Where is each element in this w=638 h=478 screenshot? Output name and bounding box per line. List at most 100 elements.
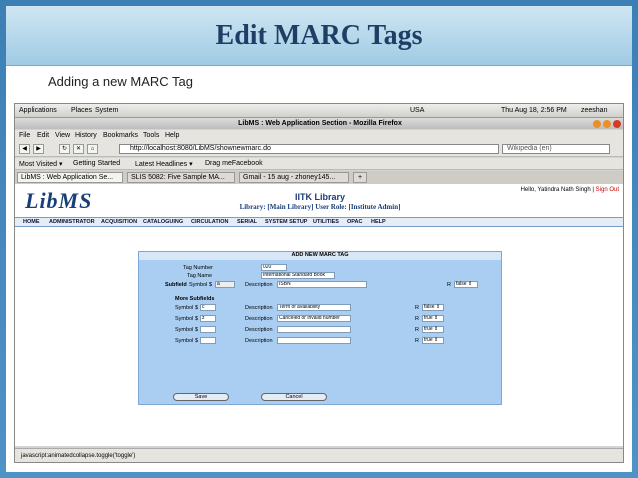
row-dollar: $ (195, 338, 199, 344)
nav-serial[interactable]: SERIAL (237, 219, 257, 225)
row-r-value: false (424, 304, 435, 310)
url-bar[interactable]: http://localhost:8080/LibMS/shownewmarc.… (119, 144, 499, 154)
tag-number-input[interactable]: 020 (261, 264, 287, 271)
library-name: IITK Library (294, 192, 345, 202)
row-description-input[interactable] (277, 337, 351, 344)
row-symbol-input[interactable] (200, 326, 216, 333)
tag-name-label: Tag Name (187, 273, 213, 279)
clock[interactable]: Thu Aug 18, 2:56 PM (501, 107, 567, 114)
browser-menubar: File Edit View History Bookmarks Tools H… (15, 130, 623, 141)
close-icon[interactable] (613, 120, 621, 128)
back-icon[interactable]: ◀ (19, 144, 30, 154)
symbol-label: Symbol (189, 282, 208, 288)
row-r-value: true (424, 326, 433, 332)
places-menu[interactable]: Places (71, 107, 92, 114)
menu-edit[interactable]: Edit (37, 132, 49, 139)
row-symbol-input[interactable]: z (200, 315, 216, 322)
nav-system-setup[interactable]: SYSTEM SETUP (265, 219, 307, 225)
nav-help[interactable]: HELP (371, 219, 386, 225)
row-r-label: R (415, 316, 419, 322)
row-r-label: R (415, 338, 419, 344)
description-input[interactable]: ISBN (277, 281, 367, 288)
home-icon[interactable]: ⌂ (87, 144, 98, 154)
nav-utilities[interactable]: UTILITIES (313, 219, 339, 225)
dollar-sign: $ (209, 282, 213, 288)
slide-subtitle: Adding a new MARC Tag (48, 74, 194, 89)
nav-administrator[interactable]: ADMINISTRATOR (49, 219, 95, 225)
status-bar: javascript:animatedcollapse.toggle('togg… (15, 448, 623, 462)
row-r-label: R (415, 327, 419, 333)
save-button[interactable]: Save (173, 393, 229, 401)
keyboard-layout[interactable]: USA (410, 107, 424, 114)
menu-history[interactable]: History (75, 132, 97, 139)
stop-icon[interactable]: ✕ (73, 144, 84, 154)
tab-strip: LibMS : Web Application Se... SLIS 5082:… (15, 171, 623, 184)
nav-acquisition[interactable]: ACQUISITION (101, 219, 137, 225)
row-description-input[interactable] (277, 326, 351, 333)
row-dollar: $ (195, 305, 199, 311)
slide-title: Edit MARC Tags (215, 20, 423, 51)
menu-help[interactable]: Help (165, 132, 179, 139)
tab-slis[interactable]: SLIS 5082: Five Sample MA... (127, 172, 235, 183)
row-description-label: Description (245, 338, 273, 344)
title-band: Edit MARC Tags (6, 6, 632, 66)
cancel-button[interactable]: Cancel (261, 393, 327, 401)
role-line: Library: [Main Library] User Role: [Inst… (239, 203, 401, 211)
row-description-input[interactable]: Canceled or invalid number (277, 315, 351, 322)
bookmark-facebook[interactable]: Drag meFacebook (205, 160, 263, 167)
reload-icon[interactable]: ↻ (59, 144, 70, 154)
row-r-value: true (424, 315, 433, 321)
row-r-value: true (424, 337, 433, 343)
browser-screenshot: Applications Places System USA Thu Aug 1… (14, 103, 624, 463)
nav-opac[interactable]: OPAC (347, 219, 362, 225)
row-symbol-label: Symbol (175, 316, 194, 322)
search-input[interactable]: Wikipedia (en) (502, 144, 610, 154)
row-symbol-input[interactable]: c (200, 304, 216, 311)
nav-cataloguing[interactable]: CATALOGUING (143, 219, 183, 225)
row-symbol-label: Symbol (175, 338, 194, 344)
row-description-label: Description (245, 327, 273, 333)
nav-circulation[interactable]: CIRCULATION (191, 219, 228, 225)
bookmarks-toolbar: Most Visited ▾ Getting Started Latest He… (15, 158, 623, 170)
menu-view[interactable]: View (55, 132, 70, 139)
row-r-select[interactable]: true ⇕ (422, 337, 444, 344)
window-title: LibMS : Web Application Section - Mozill… (15, 118, 623, 129)
tag-name-input[interactable]: International Standard Book (261, 272, 335, 279)
system-menu[interactable]: System (95, 107, 118, 114)
row-r-select[interactable]: true ⇕ (422, 326, 444, 333)
applications-menu[interactable]: Applications (19, 107, 57, 114)
row-r-select[interactable]: false ⇕ (422, 304, 444, 311)
description-label: Description (245, 282, 273, 288)
gnome-panel: Applications Places System USA Thu Aug 1… (15, 104, 623, 118)
bookmark-most-visited[interactable]: Most Visited ▾ (19, 160, 62, 168)
r-select-value: false (456, 281, 467, 287)
row-dollar: $ (195, 316, 199, 322)
tab-gmail[interactable]: Gmail - 15 aug - zhoney145... (239, 172, 349, 183)
form-heading: ADD NEW MARC TAG (139, 252, 501, 260)
menu-bookmarks[interactable]: Bookmarks (103, 132, 138, 139)
add-marc-tag-form: ADD NEW MARC TAG Tag Number 020 Tag Name… (138, 251, 502, 405)
row-symbol-label: Symbol (175, 305, 194, 311)
row-description-label: Description (245, 305, 273, 311)
r-select[interactable]: false ⇕ (454, 281, 478, 288)
row-symbol-label: Symbol (175, 327, 194, 333)
user-name[interactable]: zeeshan (581, 107, 607, 114)
maximize-icon[interactable] (603, 120, 611, 128)
subfield-symbol-input[interactable]: a (215, 281, 235, 288)
row-dollar: $ (195, 327, 199, 333)
bookmark-getting-started[interactable]: Getting Started (73, 160, 120, 167)
minimize-icon[interactable] (593, 120, 601, 128)
new-tab-icon[interactable]: + (353, 172, 367, 183)
row-description-input[interactable]: Term of availability (277, 304, 351, 311)
menu-file[interactable]: File (19, 132, 30, 139)
tab-libms[interactable]: LibMS : Web Application Se... (17, 172, 123, 183)
menu-tools[interactable]: Tools (143, 132, 159, 139)
main-menu: HOME ADMINISTRATOR ACQUISITION CATALOGUI… (15, 217, 623, 227)
r-label: R (447, 282, 451, 288)
bookmark-latest-headlines[interactable]: Latest Headlines ▾ (135, 160, 193, 168)
subfield-label: Subfield (165, 282, 187, 288)
nav-home[interactable]: HOME (23, 219, 40, 225)
row-symbol-input[interactable] (200, 337, 216, 344)
row-r-select[interactable]: true ⇕ (422, 315, 444, 322)
forward-icon[interactable]: ▶ (33, 144, 44, 154)
